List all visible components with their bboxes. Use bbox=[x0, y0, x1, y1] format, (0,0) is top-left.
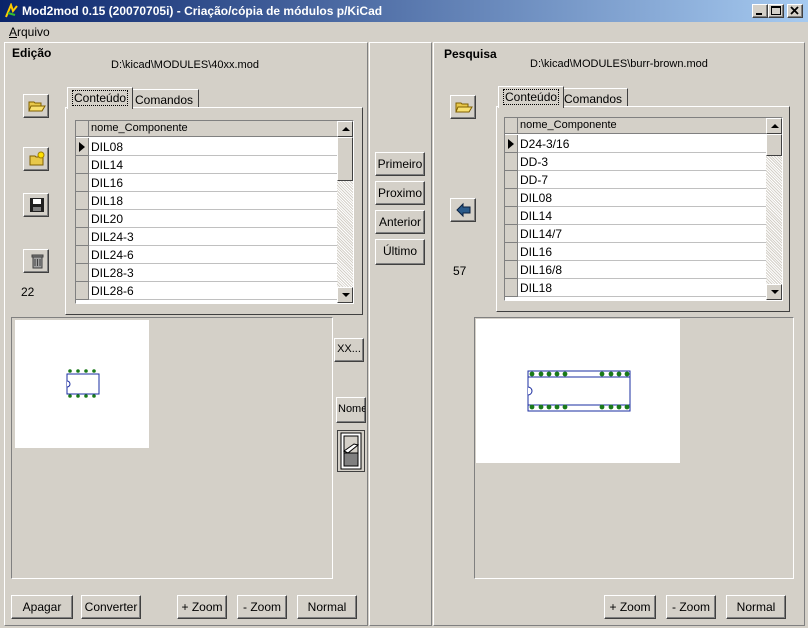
delete-button[interactable] bbox=[23, 249, 49, 273]
table-row[interactable]: DIL14 bbox=[76, 156, 337, 174]
table-row[interactable]: DIL24-6 bbox=[76, 246, 337, 264]
tab-comandos[interactable]: Comandos bbox=[129, 89, 200, 109]
tab-comandos-search[interactable]: Comandos bbox=[558, 88, 629, 108]
table-row[interactable]: DIL28-3 bbox=[76, 264, 337, 282]
maximize-button[interactable] bbox=[768, 4, 784, 18]
table-row[interactable]: DIL28-6 bbox=[76, 282, 337, 300]
table-row[interactable]: DIL16 bbox=[76, 174, 337, 192]
edit-tab-panel: nome_Componente DIL08 DIL14 DIL16 DIL18 … bbox=[65, 107, 363, 315]
search-panel: Pesquisa D:\kicad\MODULES\burr-brown.mod… bbox=[433, 42, 805, 626]
apagar-button[interactable]: Apagar bbox=[11, 595, 73, 619]
trash-can-icon bbox=[31, 254, 44, 269]
scroll-thumb[interactable] bbox=[337, 137, 353, 181]
search-zoom-in-button[interactable]: + Zoom bbox=[604, 595, 656, 619]
edit-module-grid[interactable]: nome_Componente DIL08 DIL14 DIL16 DIL18 … bbox=[75, 120, 354, 304]
edit-panel: Edição D:\kicad\MODULES\40xx.mod 22 Cont… bbox=[4, 42, 368, 626]
grid-header: nome_Componente bbox=[76, 121, 337, 137]
scroll-up-button[interactable] bbox=[766, 118, 782, 134]
edit-preview-canvas bbox=[15, 320, 149, 448]
title-bar[interactable]: Mod2mod 0.15 (20070705i) - Criação/cópia… bbox=[0, 0, 808, 22]
window-title: Mod2mod 0.15 (20070705i) - Criação/cópia… bbox=[22, 4, 383, 18]
xx-button[interactable]: XX... bbox=[334, 338, 364, 362]
minimize-icon bbox=[756, 13, 762, 15]
table-row[interactable]: DIL16/8 bbox=[505, 261, 766, 279]
table-row[interactable]: DIL18 bbox=[76, 192, 337, 210]
arrow-down-icon bbox=[342, 293, 350, 297]
search-zoom-out-button[interactable]: - Zoom bbox=[666, 595, 716, 619]
new-module-icon bbox=[29, 151, 45, 166]
grid-header: nome_Componente bbox=[505, 118, 766, 134]
scroll-down-button[interactable] bbox=[337, 287, 353, 303]
maximize-icon bbox=[771, 6, 781, 15]
table-row[interactable]: DIL14 bbox=[505, 207, 766, 225]
open-folder-icon bbox=[28, 101, 46, 112]
search-preview-canvas bbox=[476, 319, 680, 463]
open-folder-icon bbox=[455, 102, 473, 113]
table-row[interactable]: DIL18 bbox=[505, 279, 766, 297]
menu-arquivo[interactable]: Arquivo bbox=[9, 25, 50, 39]
save-disk-icon bbox=[30, 198, 44, 212]
arrow-down-icon bbox=[771, 290, 779, 294]
converter-button[interactable]: Converter bbox=[81, 595, 141, 619]
edit-heading: Edição bbox=[12, 46, 52, 60]
table-row[interactable]: DIL24-3 bbox=[76, 228, 337, 246]
copy-to-edit-button[interactable] bbox=[450, 198, 476, 222]
column-nome-componente: nome_Componente bbox=[91, 122, 188, 134]
search-grid-scrollbar[interactable] bbox=[766, 118, 782, 300]
new-module-button[interactable] bbox=[23, 147, 49, 171]
row-pointer-icon bbox=[508, 139, 514, 149]
search-heading: Pesquisa bbox=[444, 47, 497, 61]
table-row[interactable]: D24-3/16 bbox=[505, 135, 766, 153]
primeiro-button[interactable]: Primeiro bbox=[375, 152, 425, 176]
search-preview-area[interactable] bbox=[474, 317, 794, 579]
edit-normal-button[interactable]: Normal bbox=[297, 595, 357, 619]
footprint-d24-drawing bbox=[527, 370, 631, 412]
edit-module-count: 22 bbox=[21, 285, 35, 299]
table-row[interactable]: DD-3 bbox=[505, 153, 766, 171]
scroll-up-button[interactable] bbox=[337, 121, 353, 137]
open-button[interactable] bbox=[23, 94, 49, 118]
table-row[interactable]: DIL08 bbox=[505, 189, 766, 207]
proximo-button[interactable]: Proximo bbox=[375, 181, 425, 205]
search-open-button[interactable] bbox=[450, 95, 476, 119]
close-button[interactable] bbox=[787, 4, 803, 18]
minimize-button[interactable] bbox=[752, 4, 768, 18]
footprint-dil8-drawing bbox=[66, 369, 100, 398]
edit-zoom-in-button[interactable]: + Zoom bbox=[177, 595, 227, 619]
search-module-grid[interactable]: nome_Componente D24-3/16 DD-3 DD-7 DIL08… bbox=[504, 117, 783, 301]
arrow-up-icon bbox=[342, 127, 350, 131]
arrow-up-icon bbox=[771, 124, 779, 128]
table-row[interactable]: DIL08 bbox=[76, 138, 337, 156]
search-module-count: 57 bbox=[453, 264, 467, 278]
tab-conteudo[interactable]: Conteúdo bbox=[67, 87, 134, 109]
search-tab-panel: nome_Componente D24-3/16 DD-3 DD-7 DIL08… bbox=[496, 106, 790, 312]
ultimo-button[interactable]: Último bbox=[375, 239, 425, 265]
edit-zoom-out-button[interactable]: - Zoom bbox=[237, 595, 287, 619]
close-icon bbox=[790, 6, 799, 15]
column-nome-componente: nome_Componente bbox=[520, 119, 617, 131]
nome-button[interactable]: Nome bbox=[336, 397, 366, 423]
table-row[interactable]: DIL16 bbox=[505, 243, 766, 261]
save-button[interactable] bbox=[23, 193, 49, 217]
anterior-button[interactable]: Anterior bbox=[375, 210, 425, 234]
scroll-thumb[interactable] bbox=[766, 134, 782, 156]
search-normal-button[interactable]: Normal bbox=[726, 595, 786, 619]
table-row[interactable]: DD-7 bbox=[505, 171, 766, 189]
switch-icon bbox=[340, 432, 362, 470]
table-row[interactable]: DIL20 bbox=[76, 210, 337, 228]
search-path: D:\kicad\MODULES\burr-brown.mod bbox=[530, 58, 708, 70]
center-panel: Primeiro Proximo Anterior Último bbox=[369, 42, 432, 626]
table-row[interactable]: DIL14/7 bbox=[505, 225, 766, 243]
tab-conteudo-search[interactable]: Conteúdo bbox=[498, 86, 565, 108]
edit-grid-scrollbar[interactable] bbox=[337, 121, 353, 303]
scroll-down-button[interactable] bbox=[766, 284, 782, 300]
edit-preview-area[interactable] bbox=[11, 317, 333, 579]
switch-toggle[interactable] bbox=[337, 430, 365, 472]
row-pointer-icon bbox=[79, 142, 85, 152]
menu-bar: Arquivo bbox=[0, 22, 808, 40]
edit-path: D:\kicad\MODULES\40xx.mod bbox=[111, 59, 259, 71]
app-icon bbox=[5, 3, 18, 18]
copy-left-arrow-icon bbox=[456, 202, 471, 218]
